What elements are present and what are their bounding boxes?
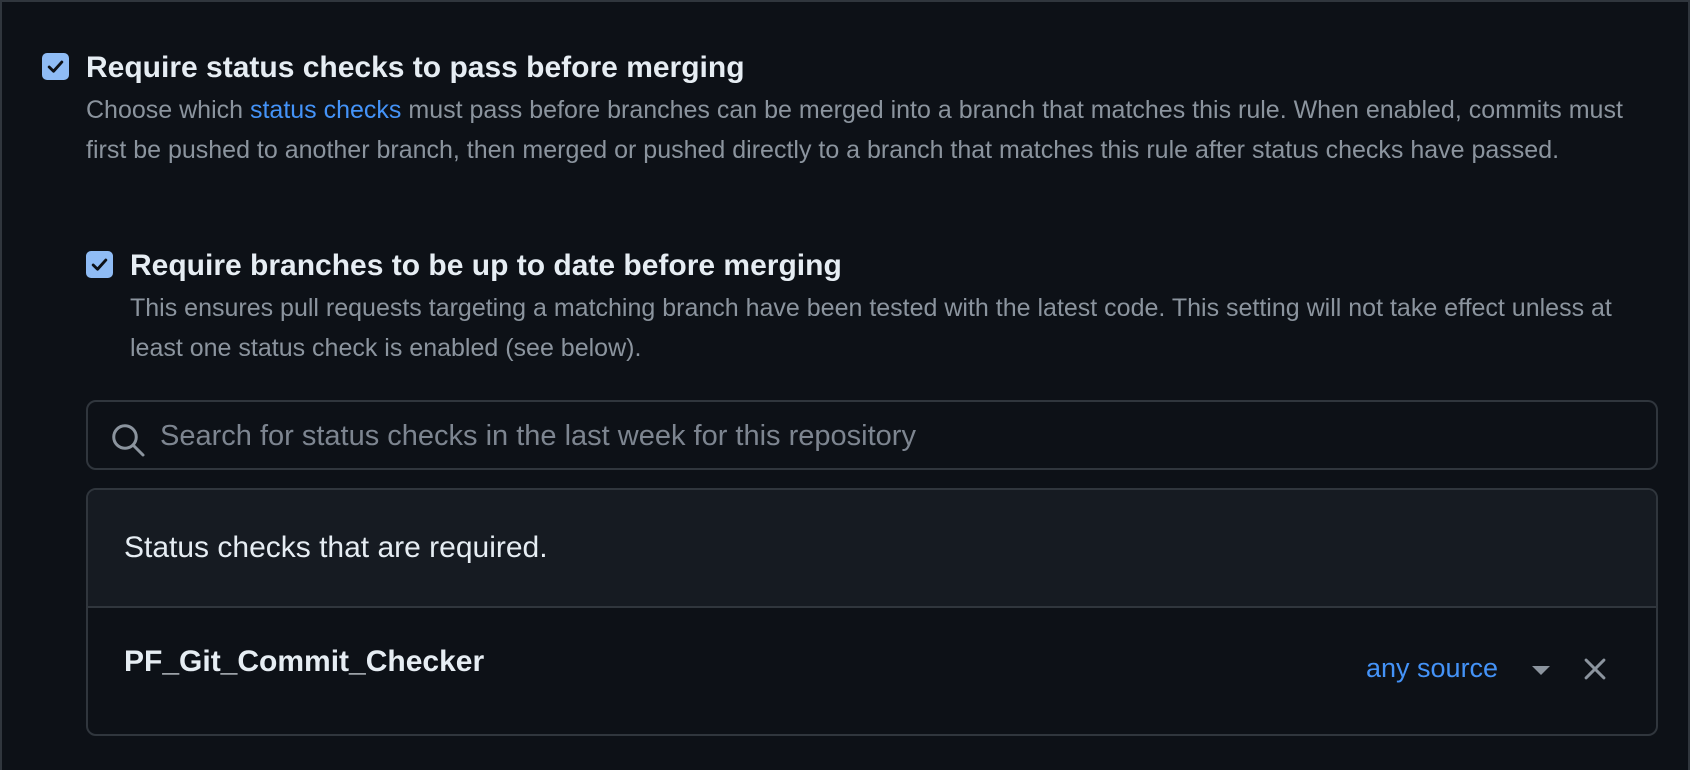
triangle-down-icon (1532, 665, 1551, 675)
branch-protection-settings-panel: Require status checks to pass before mer… (0, 0, 1690, 770)
require-status-checks-title: Require status checks to pass before mer… (86, 51, 745, 84)
check-source-label: any source (1366, 653, 1499, 683)
search-icon (112, 424, 145, 457)
remove-check-button[interactable] (1582, 656, 1608, 682)
checkmark-icon (91, 258, 108, 271)
required-check-name: PF_Git_Commit_Checker (124, 645, 485, 678)
status-check-search-box[interactable] (86, 400, 1658, 470)
status-checks-link[interactable]: status checks (250, 96, 401, 124)
check-source-dropdown[interactable]: any source (1366, 650, 1551, 686)
require-up-to-date-title: Require branches to be up to date before… (130, 249, 842, 282)
checkmark-icon (47, 60, 64, 73)
required-status-checks-list: Status checks that are required. PF_Git_… (86, 488, 1658, 736)
status-check-search-input[interactable] (158, 410, 1632, 462)
required-checks-header-text: Status checks that are required. (124, 531, 548, 564)
require-up-to-date-checkbox[interactable] (86, 251, 113, 278)
description-prefix: Choose which (86, 96, 250, 124)
require-status-checks-checkbox[interactable] (42, 53, 69, 80)
close-icon (1584, 658, 1606, 680)
required-check-row: PF_Git_Commit_Checker any source (88, 608, 1656, 734)
require-up-to-date-description: This ensures pull requests targeting a m… (130, 294, 1612, 362)
required-checks-header: Status checks that are required. (88, 490, 1656, 608)
require-status-checks-description: Choose which status checks must pass bef… (86, 90, 1646, 170)
